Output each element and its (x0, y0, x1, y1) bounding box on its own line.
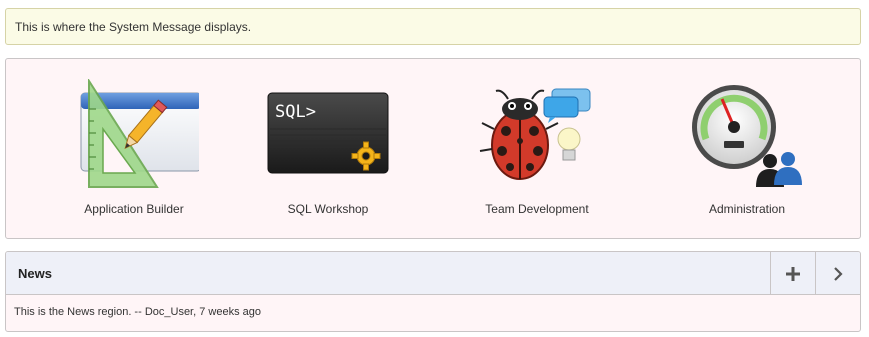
app-launcher-region: Application Builder SQL> SQL Workshop Te… (5, 58, 861, 239)
news-body: This is the News region. -- Doc_User, 7 … (14, 306, 261, 318)
app-label: Administration (708, 202, 786, 216)
application-builder-icon (80, 79, 199, 188)
sql-workshop-icon: SQL> (267, 92, 389, 174)
news-region: News This is the News region. -- Doc_Use… (5, 251, 861, 332)
app-team-development[interactable]: Team Development (437, 59, 637, 240)
administration-icon (692, 85, 802, 187)
news-header: News (6, 252, 860, 295)
app-label: SQL Workshop (287, 202, 369, 216)
system-message: This is where the System Message display… (5, 8, 861, 45)
chevron-right-icon (834, 266, 843, 281)
app-administration[interactable]: Administration (647, 59, 847, 240)
sql-prompt-text: SQL> (275, 102, 316, 122)
system-message-text: This is where the System Message display… (15, 20, 252, 34)
app-sql-workshop[interactable]: SQL> SQL Workshop (228, 59, 428, 240)
app-application-builder[interactable]: Application Builder (34, 59, 234, 240)
app-label: Team Development (485, 202, 589, 216)
next-news-button[interactable] (815, 252, 860, 295)
team-development-icon (479, 88, 591, 180)
add-news-button[interactable] (770, 252, 815, 295)
plus-icon (786, 266, 800, 281)
news-title: News (18, 266, 52, 281)
app-label: Application Builder (84, 202, 184, 216)
